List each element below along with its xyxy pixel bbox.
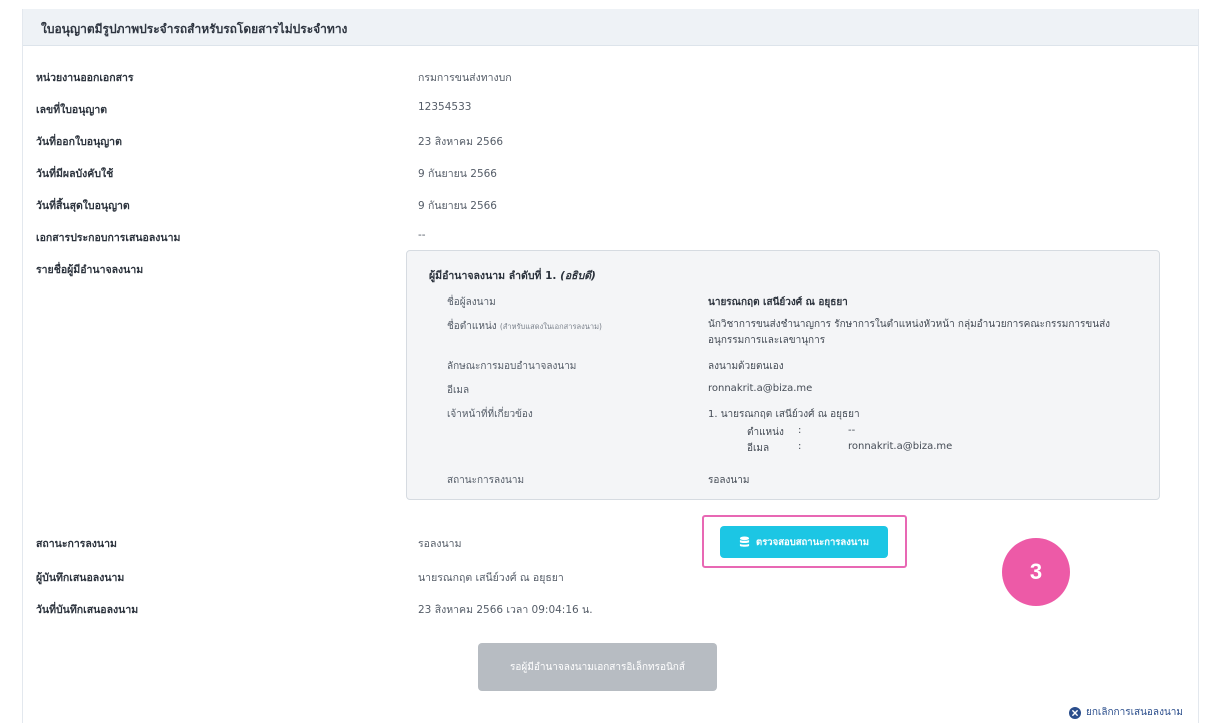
close-circle-icon xyxy=(1069,706,1082,719)
signer-email-value: ronnakrit.a@biza.me xyxy=(708,383,813,394)
detail-label: วันที่สิ้นสุดใบอนุญาต xyxy=(36,200,130,212)
signer-heading: ผู้มีอำนาจลงนาม ลำดับที่ 1. (อธิบดี) xyxy=(429,267,596,284)
detail-label: เอกสารประกอบการเสนอลงนาม xyxy=(36,232,181,244)
detail-value: -- xyxy=(418,229,426,241)
detail-value: รอลงนาม xyxy=(418,538,462,550)
check-signing-status-button[interactable]: ตรวจสอบสถานะการลงนาม xyxy=(720,526,888,558)
check-signing-status-label: ตรวจสอบสถานะการลงนาม xyxy=(756,536,869,548)
cancel-signing-link[interactable]: ยกเลิกการเสนอลงนาม xyxy=(1069,705,1183,720)
signer-position-value: นักวิชาการขนส่งชำนาญการ รักษาการในตำแหน่… xyxy=(708,319,1111,346)
signer-name-label: ชื่อผู้ลงนาม xyxy=(447,297,496,308)
signer-officer-value: 1. นายรณกฤต เสนีย์วงศ์ ณ อยุธยา xyxy=(708,409,860,420)
signer-status-value: รอลงนาม xyxy=(708,475,750,486)
detail-label: รายชื่อผู้มีอำนาจลงนาม xyxy=(36,264,144,276)
detail-label: วันที่ออกใบอนุญาต xyxy=(36,136,122,148)
detail-value: 9 กันยายน 2566 xyxy=(418,200,497,212)
detail-label: วันที่มีผลบังคับใช้ xyxy=(36,168,114,180)
signer-box: ผู้มีอำนาจลงนาม ลำดับที่ 1. (อธิบดี) ชื่… xyxy=(406,250,1160,500)
detail-label: วันที่บันทึกเสนอลงนาม xyxy=(36,604,139,616)
officer-position-colon: : xyxy=(798,425,802,436)
signer-delegation-value: ลงนามด้วยตนเอง xyxy=(708,361,784,372)
detail-value: 12354533 xyxy=(418,101,472,113)
officer-email-value: ronnakrit.a@biza.me xyxy=(848,441,953,452)
signer-heading-text: ผู้มีอำนาจลงนาม ลำดับที่ 1. xyxy=(429,270,557,282)
signer-position-label: ชื่อตำแหน่ง (สำหรับแสดงในเอกสารลงนาม) xyxy=(447,319,602,334)
cancel-signing-label: ยกเลิกการเสนอลงนาม xyxy=(1086,707,1183,718)
detail-label: สถานะการลงนาม xyxy=(36,538,117,550)
detail-value: 23 สิงหาคม 2566 xyxy=(418,136,504,148)
signer-position-note: (สำหรับแสดงในเอกสารลงนาม) xyxy=(499,322,602,331)
signer-officer-label: เจ้าหน้าที่ที่เกี่ยวข้อง xyxy=(447,409,533,420)
officer-email-key: อีเมล xyxy=(747,443,770,454)
card-title: ใบอนุญาตมีรูปภาพประจำรถสำหรับรถโดยสารไม่… xyxy=(41,22,348,36)
signer-heading-role: (อธิบดี) xyxy=(560,270,596,282)
page: ใบอนุญาตมีรูปภาพประจำรถสำหรับรถโดยสารไม่… xyxy=(0,0,1211,723)
signer-delegation-label: ลักษณะการมอบอำนาจลงนาม xyxy=(447,361,577,372)
signer-position-label-text: ชื่อตำแหน่ง xyxy=(447,321,497,332)
step-badge: 3 xyxy=(1002,538,1070,606)
waiting-for-signer-button[interactable]: รอผู้มีอำนาจลงนามเอกสารอิเล็กทรอนิกส์ xyxy=(478,643,717,691)
detail-label: ผู้บันทึกเสนอลงนาม xyxy=(36,572,125,584)
detail-value: 9 กันยายน 2566 xyxy=(418,168,497,180)
signer-status-label: สถานะการลงนาม xyxy=(447,475,525,486)
officer-position-key: ตำแหน่ง xyxy=(747,427,784,438)
officer-email-colon: : xyxy=(798,441,802,452)
card-header: ใบอนุญาตมีรูปภาพประจำรถสำหรับรถโดยสารไม่… xyxy=(23,9,1198,46)
officer-position-value: -- xyxy=(848,425,856,436)
detail-value: นายรณกฤต เสนีย์วงศ์ ณ อยุธยา xyxy=(418,572,564,584)
detail-value: กรมการขนส่งทางบก xyxy=(418,72,512,84)
database-icon xyxy=(739,536,750,547)
detail-label: เลขที่ใบอนุญาต xyxy=(36,104,108,116)
signer-name-value: นายรณกฤต เสนีย์วงศ์ ณ อยุธยา xyxy=(708,297,848,308)
signer-email-label: อีเมล xyxy=(447,385,470,396)
detail-value: 23 สิงหาคม 2566 เวลา 09:04:16 น. xyxy=(418,604,593,616)
detail-label: หน่วยงานออกเอกสาร xyxy=(36,72,134,84)
